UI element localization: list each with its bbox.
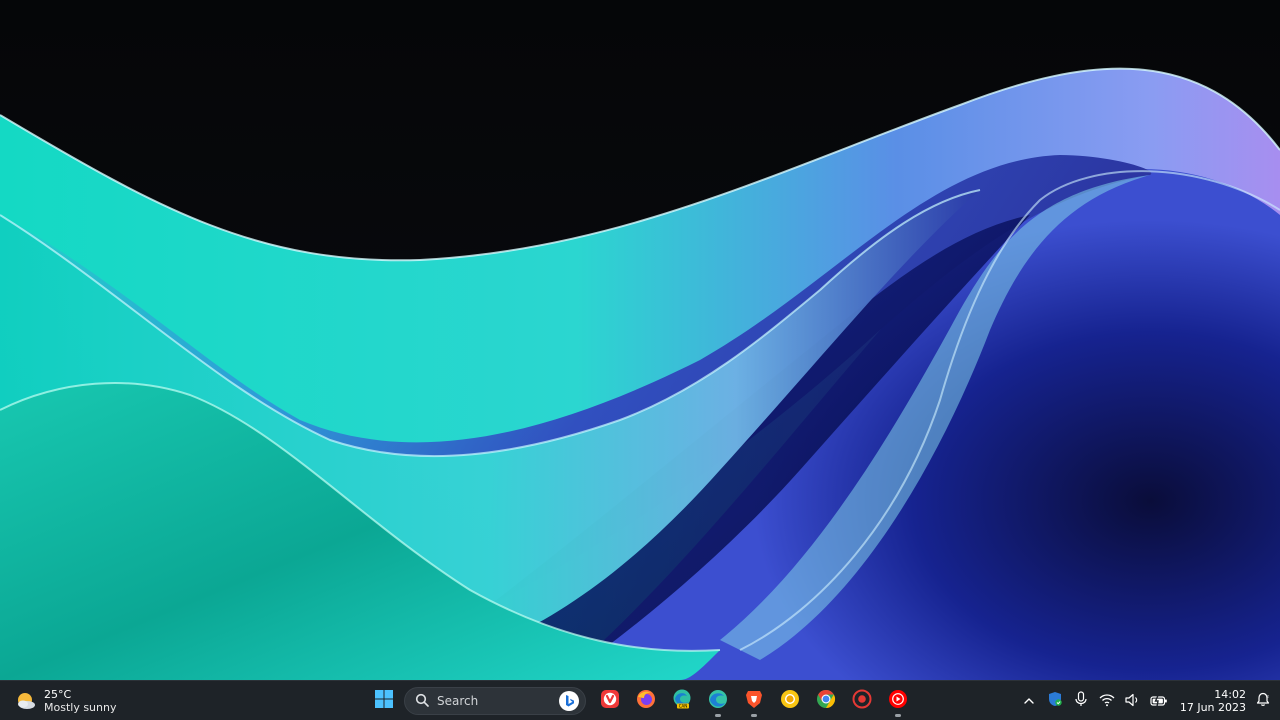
taskbar-app-edge[interactable] [700,685,736,717]
running-indicator [715,714,721,717]
start-button[interactable] [366,685,402,717]
edge-icon [708,689,728,713]
taskbar-app-vivaldi[interactable] [592,685,628,717]
search-label: Search [437,694,479,708]
tray-security-button[interactable] [1042,686,1068,716]
weather-temperature: 25°C [44,688,72,701]
bing-chat-icon[interactable] [559,691,579,711]
taskbar-app-chrome-canary[interactable] [772,685,808,717]
taskbar-app-chrome[interactable] [808,685,844,717]
brave-icon [744,689,764,713]
volume-icon [1125,692,1141,711]
chrome-icon [816,689,836,713]
weather-widget[interactable]: 25°C Mostly sunny [14,686,116,716]
taskbar-app-youtube-music[interactable] [880,685,916,717]
firefox-icon [636,689,656,713]
tray-volume-button[interactable] [1120,686,1146,716]
tray-microphone-button[interactable] [1068,686,1094,716]
taskbar-app-screen-recorder[interactable] [844,685,880,717]
taskbar-app-firefox[interactable] [628,685,664,717]
microphone-icon [1074,691,1088,711]
svg-text:z: z [1267,695,1270,700]
clock-time: 14:02 [1214,688,1246,701]
youtube-music-icon [888,689,908,713]
screen-recorder-icon [852,689,872,713]
running-indicator [751,714,757,717]
notification-bell-icon: z [1256,692,1270,711]
clock-date: 17 Jun 2023 [1179,701,1246,714]
taskbar-app-brave[interactable] [736,685,772,717]
svg-text:CAN: CAN [679,704,688,709]
chevron-up-icon [1023,692,1035,711]
weather-condition: Mostly sunny [44,701,117,714]
taskbar: 25°C Mostly sunny Search CAN 14:02 17 Ju… [0,680,1280,720]
taskbar-clock[interactable]: 14:02 17 Jun 2023 [1172,688,1250,714]
defender-icon [1047,691,1063,711]
search-box[interactable]: Search [404,687,586,715]
chrome-canary-icon [780,689,800,713]
battery-icon [1150,692,1168,711]
sun-cloud-icon [14,690,36,712]
vivaldi-icon [600,689,620,713]
windows-start-icon [374,689,394,713]
taskbar-app-edge-canary[interactable]: CAN [664,685,700,717]
search-icon [415,692,429,711]
tray-battery-button[interactable] [1146,686,1172,716]
edge-canary-icon: CAN [671,688,693,714]
running-indicator [895,714,901,717]
desktop-wallpaper [0,0,1280,680]
taskbar-center: Search CAN [366,685,916,717]
wifi-icon [1099,692,1115,711]
show-hidden-icons-button[interactable] [1016,686,1042,716]
notification-center-button[interactable]: z [1250,686,1276,716]
tray-network-button[interactable] [1094,686,1120,716]
system-tray: 14:02 17 Jun 2023 z [1016,681,1280,720]
